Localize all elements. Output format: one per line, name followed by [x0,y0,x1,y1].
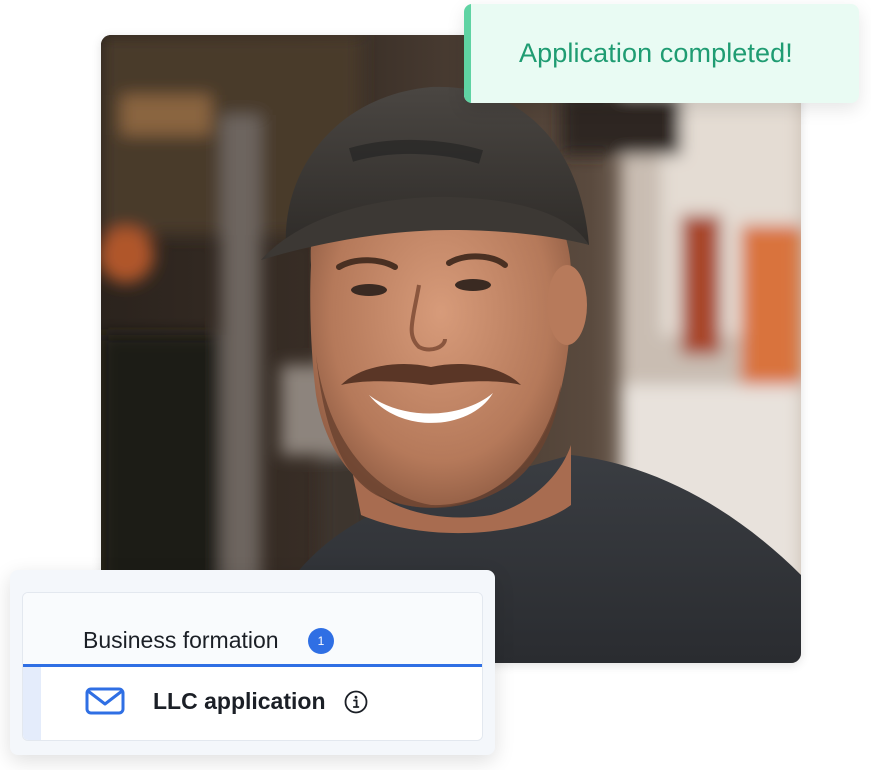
list-item-llc-application[interactable]: LLC application [23,667,482,740]
hero-photo [101,35,801,663]
tab-business-formation[interactable]: Business formation 1 [23,593,482,667]
business-formation-card: Business formation 1 LLC application [10,570,495,755]
mail-icon [85,687,125,715]
success-toast: Application completed! [464,4,859,103]
card-panel: Business formation 1 LLC application [22,592,483,741]
portrait-illustration [101,35,801,663]
toast-accent-bar [464,4,471,103]
row-indicator [23,667,41,740]
info-icon[interactable] [344,690,368,714]
item-label: LLC application [153,688,326,714]
tab-label: Business formation [83,627,279,653]
notification-badge: 1 [308,628,334,654]
toast-message: Application completed! [519,38,793,68]
